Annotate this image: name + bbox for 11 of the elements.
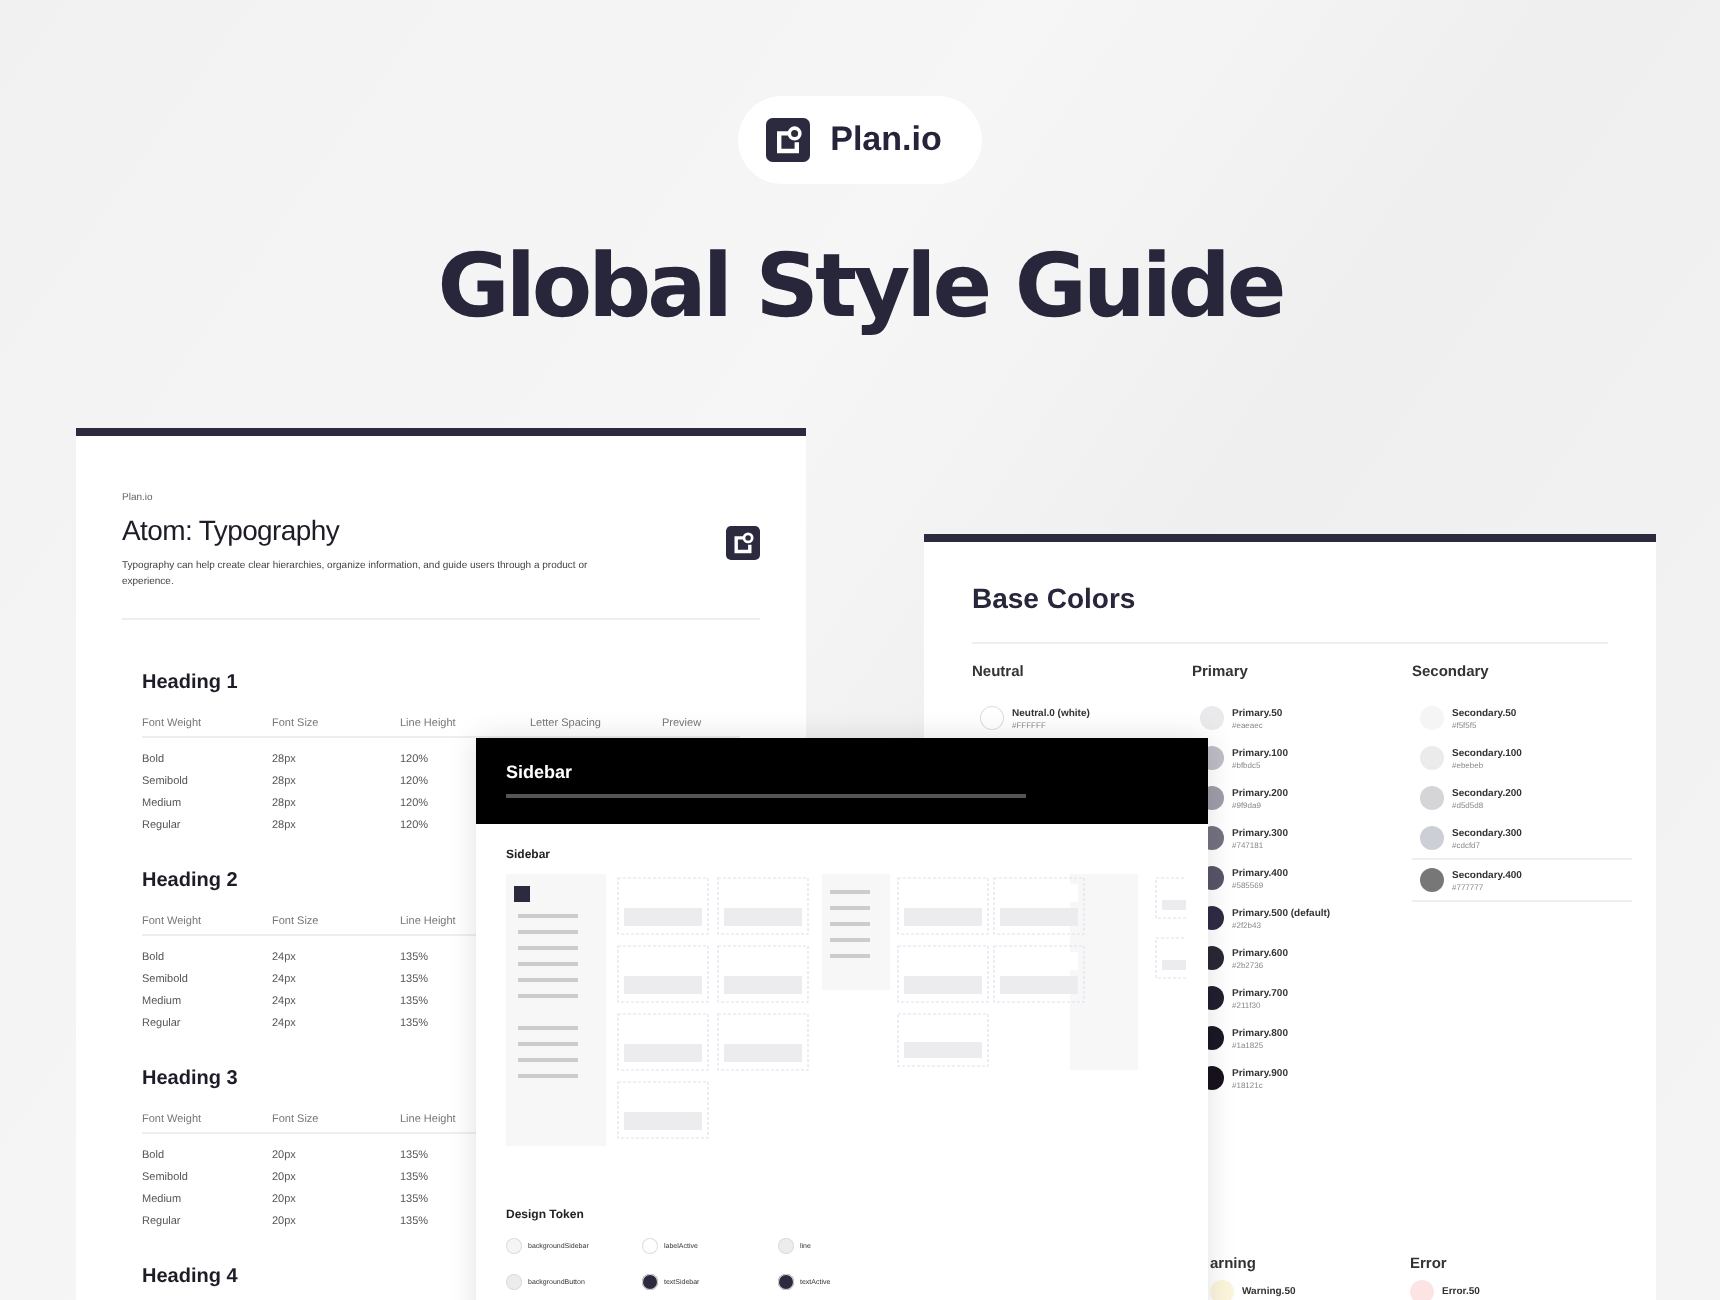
section-heading: Heading 2 xyxy=(142,870,238,892)
card-title: Sidebar xyxy=(506,762,575,782)
brand-name: Plan.io xyxy=(830,120,942,160)
card-title: Base Colors xyxy=(972,582,1138,614)
section-heading: Heading 1 xyxy=(142,672,238,694)
section-heading: Heading 4 xyxy=(142,1266,238,1288)
section-heading: Heading 3 xyxy=(142,1068,238,1090)
logo-icon xyxy=(766,118,811,162)
card-title: Atom: Typography xyxy=(122,514,342,546)
page-title: Global Style Guide xyxy=(437,236,1283,338)
logo-icon xyxy=(726,526,760,560)
